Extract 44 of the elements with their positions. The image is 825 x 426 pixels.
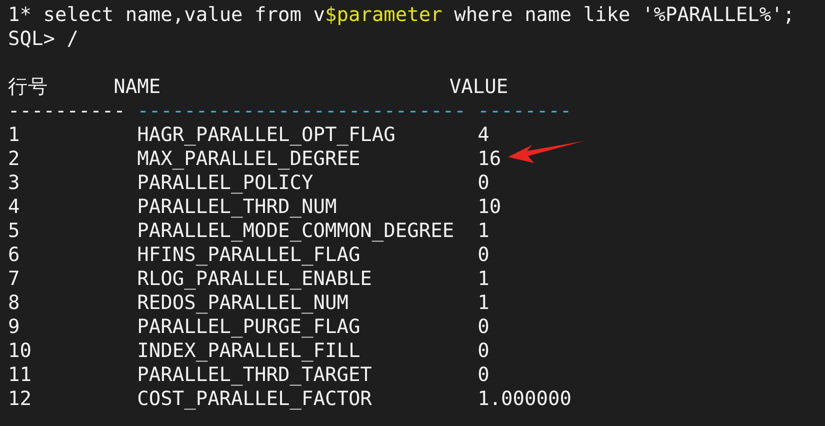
dash-separator: -------- [478, 99, 572, 123]
dash-separator: ---------------------------- [137, 99, 466, 123]
parameter-value: 1 [478, 219, 490, 243]
row-number: 4 [8, 195, 21, 219]
parameter-name: HAGR_PARALLEL_OPT_FLAG [137, 123, 396, 147]
parameter-name: COST_PARALLEL_FACTOR [137, 387, 373, 411]
parameter-value: 0 [478, 363, 490, 387]
row-number: 2 [8, 147, 21, 171]
parameter-value: 0 [478, 243, 490, 267]
parameter-name: RLOG_PARALLEL_ENABLE [137, 267, 373, 291]
parameter-name: PARALLEL_THRD_TARGET [137, 363, 373, 387]
dash-separator: ---------- [8, 99, 126, 123]
parameter-value: 1.000000 [478, 387, 572, 411]
parameter-name: HFINS_PARALLEL_FLAG [137, 243, 362, 267]
row-number: 9 [8, 315, 21, 339]
parameter-name: INDEX_PARALLEL_FILL [137, 339, 362, 363]
parameter-value: 10 [478, 195, 502, 219]
parameter-value: 4 [478, 123, 490, 147]
row-number: 10 [8, 339, 32, 363]
row-number: 12 [8, 387, 32, 411]
prompt-line: SQL> / [8, 27, 78, 51]
parameter-name: PARALLEL_PURGE_FLAG [137, 315, 362, 339]
parameter-name: REDOS_PARALLEL_NUM [137, 291, 350, 315]
parameter-name: MAX_PARALLEL_DEGREE [137, 147, 362, 171]
row-number: 8 [8, 291, 21, 315]
column-header: NAME [114, 75, 162, 99]
command-line: 1* select name,value from v$parameter where name like '%PARALLEL%'; [8, 3, 795, 27]
parameter-name: PARALLEL_THRD_NUM [137, 195, 338, 219]
parameter-value: 0 [478, 339, 490, 363]
parameter-value: 16 [478, 147, 502, 171]
parameter-value: 1 [478, 267, 490, 291]
row-number: 3 [8, 171, 21, 195]
parameter-name: PARALLEL_POLICY [137, 171, 314, 195]
parameter-value: 0 [478, 171, 490, 195]
row-number: 6 [8, 243, 21, 267]
row-number: 11 [8, 363, 32, 387]
column-header: 行号 [8, 75, 49, 99]
row-number: 1 [8, 123, 21, 147]
row-number: 7 [8, 267, 21, 291]
parameter-name: PARALLEL_MODE_COMMON_DEGREE [137, 219, 456, 243]
row-number: 5 [8, 219, 21, 243]
column-header: VALUE [449, 75, 508, 99]
parameter-value: 0 [478, 315, 490, 339]
parameter-value: 1 [478, 291, 490, 315]
